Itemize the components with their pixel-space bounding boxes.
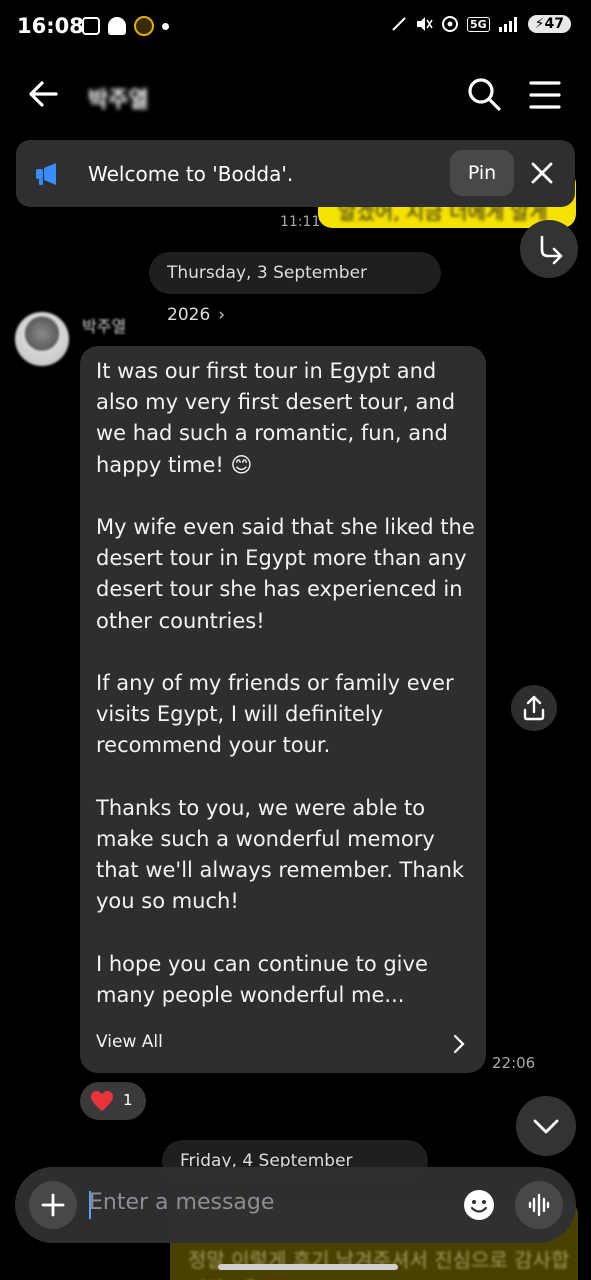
network-type: 5G	[466, 16, 490, 32]
more-notifications-dot	[162, 22, 169, 30]
search-icon[interactable]	[466, 76, 502, 112]
hotspot-icon	[441, 16, 458, 32]
status-system-icons: 5G ⚡47	[391, 15, 571, 33]
signal-icon	[498, 17, 517, 32]
home-indicator	[218, 1264, 398, 1270]
reaction-count: 1	[123, 1091, 133, 1109]
view-all-link[interactable]: View All	[96, 1032, 163, 1052]
app-notification-icon	[134, 16, 154, 36]
voice-button[interactable]	[515, 1181, 563, 1229]
chevron-right-icon: ›	[218, 305, 226, 325]
battery-level: 47	[544, 16, 564, 32]
close-icon[interactable]	[528, 159, 556, 187]
message-bubble[interactable]: It was our first tour in Egypt and also …	[80, 346, 486, 1073]
date-separator[interactable]: Thursday, 3 September 2026 ›	[149, 252, 441, 325]
back-arrow-icon[interactable]	[26, 76, 62, 112]
pen-icon	[392, 17, 406, 31]
snapchat-icon	[108, 17, 126, 35]
screenshot-icon	[82, 17, 100, 35]
chat-title: 박주열	[88, 88, 149, 113]
sender-name: 박주열	[82, 317, 127, 336]
date-separator-label: Thursday, 3 September 2026	[167, 263, 368, 325]
reaction-badge[interactable]: 1	[80, 1082, 146, 1120]
share-icon	[523, 695, 545, 721]
pinned-notice[interactable]: Welcome to 'Bodda'. Pin	[16, 140, 575, 207]
message-input-bar: Enter a message	[15, 1167, 576, 1243]
forward-button[interactable]	[520, 220, 578, 278]
chevron-down-icon	[533, 1119, 559, 1134]
message-text: It was our first tour in Egypt and also …	[96, 359, 475, 1008]
battery-indicator: ⚡47	[527, 15, 571, 33]
megaphone-icon	[36, 163, 56, 185]
status-time: 16:08	[17, 14, 84, 38]
heart-icon	[91, 1091, 113, 1111]
status-notification-icons	[82, 16, 169, 36]
voice-wave-icon	[528, 1193, 550, 1217]
message-time: 22:06	[492, 1054, 536, 1072]
message-input[interactable]: Enter a message	[89, 1190, 274, 1215]
menu-icon[interactable]	[528, 78, 562, 112]
mute-icon	[416, 17, 433, 31]
my-message-text: 정말 이렇게 후기 남겨주셔서 진심으로 감사합니다! 😭💗	[188, 1248, 570, 1280]
emoji-icon[interactable]	[461, 1187, 497, 1223]
pin-button[interactable]: Pin	[450, 150, 514, 196]
chevron-right-icon[interactable]	[452, 1034, 466, 1054]
avatar[interactable]	[15, 312, 69, 366]
message-time: 11:11	[280, 214, 321, 230]
share-button[interactable]	[511, 685, 557, 731]
scroll-to-bottom-button[interactable]	[516, 1096, 576, 1156]
attach-button[interactable]	[29, 1181, 77, 1229]
plus-icon	[41, 1193, 65, 1217]
chat-header: 박주열	[0, 62, 591, 130]
notice-text: Welcome to 'Bodda'.	[88, 162, 294, 186]
status-bar: 16:08 5G ⚡47	[0, 0, 591, 56]
reply-arrow-icon	[540, 235, 563, 265]
